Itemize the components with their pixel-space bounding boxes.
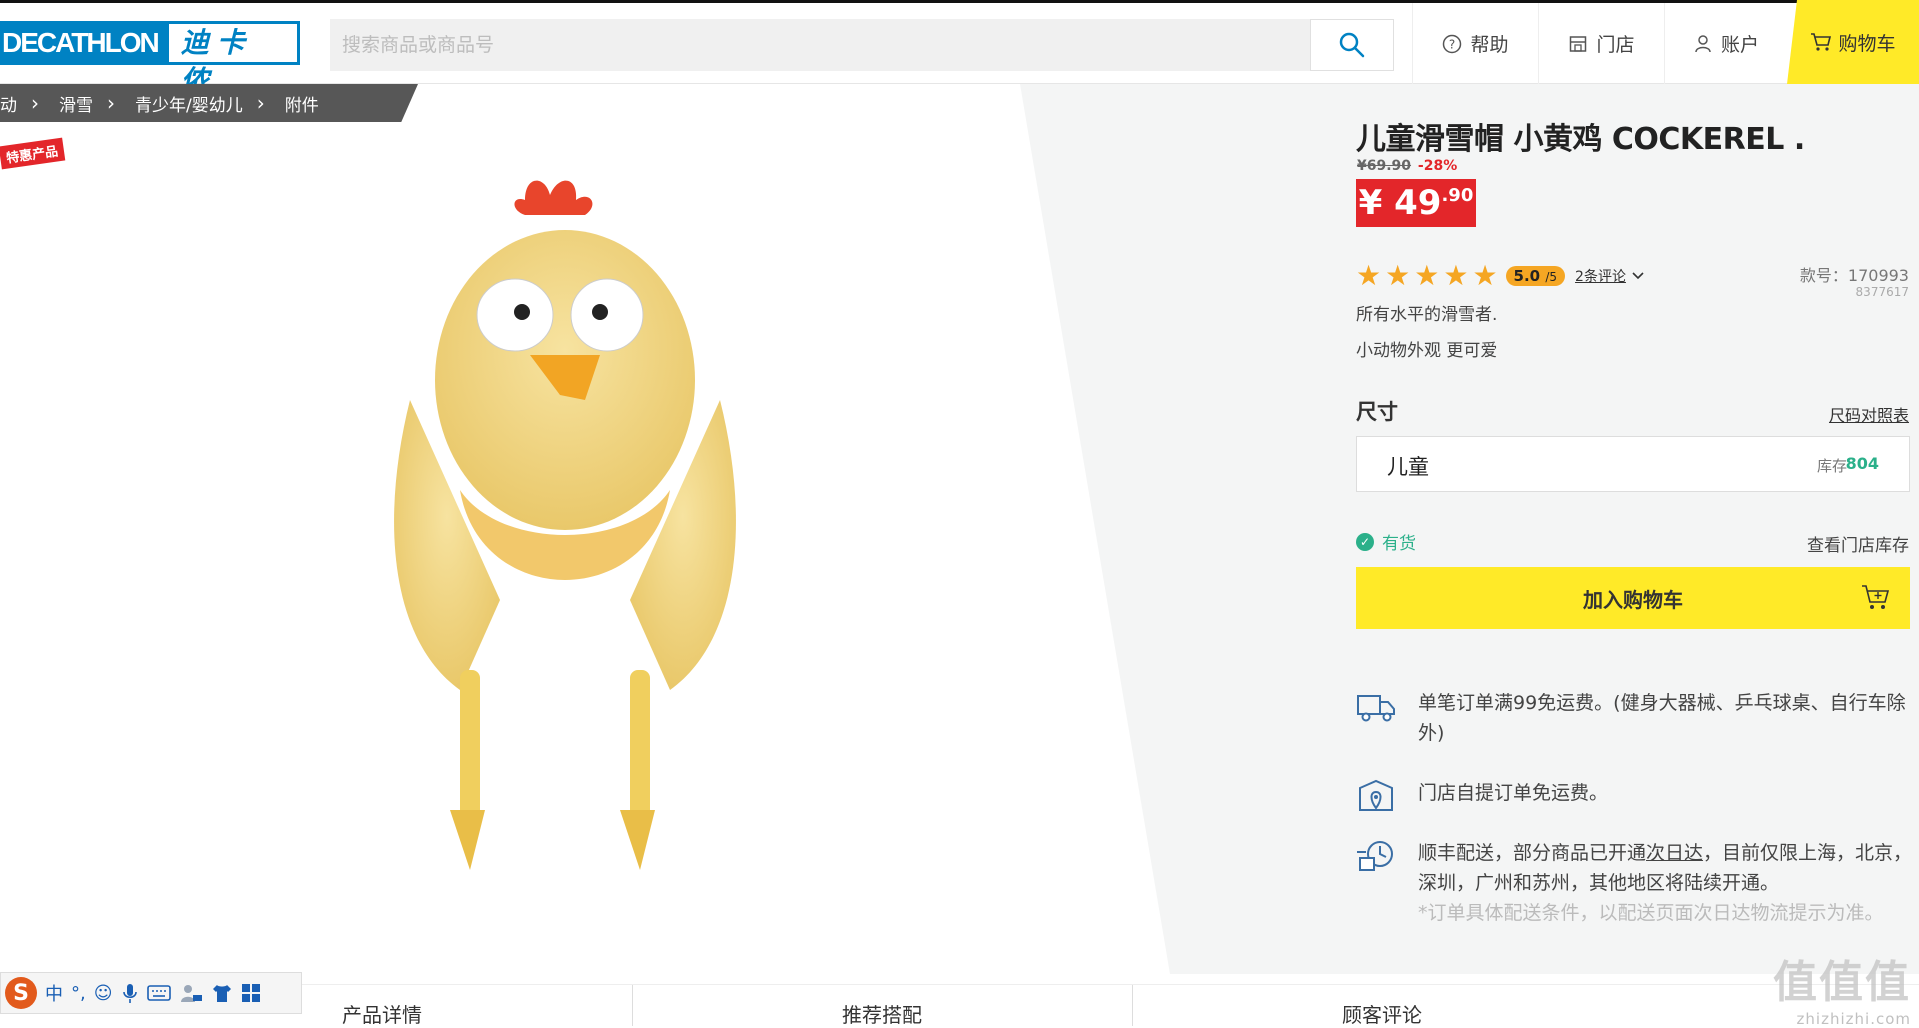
breadcrumb-item-ski[interactable]: 滑雪 — [39, 91, 107, 116]
shipping-free-text: 单笔订单满99免运费。(健身大器械、乒乓球桌、自行车除外) — [1418, 692, 1906, 744]
decathlon-logo[interactable]: DECATHLON 迪卡侬 — [0, 21, 300, 97]
nav-store[interactable]: 门店 — [1538, 3, 1664, 84]
original-price-value: ¥69.90 — [1357, 158, 1412, 174]
discount-percent: -28% — [1417, 158, 1458, 174]
current-price: ¥ 49.90 — [1356, 179, 1476, 227]
shipping-express-text: 顺丰配送，部分商品已开通次日达，目前仅限上海，北京，深圳，广州和苏州，其他地区将… — [1418, 838, 1916, 928]
nav-account-label: 账户 — [1720, 34, 1759, 56]
size-chart-link[interactable]: 尺码对照表 — [1829, 402, 1909, 426]
product-tabs: 产品详情 推荐搭配 顾客评论 — [300, 984, 1919, 1028]
product-description-look: 小动物外观 更可爱 — [1356, 341, 1498, 361]
shipping-express-note: *订单具体配送条件，以配送页面次日达物流提示为准。 — [1418, 902, 1884, 924]
rating-max: /5 — [1545, 270, 1558, 284]
original-price: ¥69.90 -28% — [1357, 158, 1457, 174]
ime-punctuation-toggle[interactable]: °, — [71, 983, 86, 1004]
shipping-info-pickup: 门店自提订单免运费。 — [1356, 778, 1916, 814]
keyboard-icon[interactable] — [146, 984, 171, 1002]
model-sub-number: 8377617 — [1855, 285, 1909, 299]
star-icon: ★ — [1414, 259, 1440, 292]
sogou-logo-icon[interactable]: S — [5, 977, 37, 1009]
size-value: 儿童 — [1387, 455, 1429, 479]
express-delivery-icon — [1357, 841, 1393, 871]
reviews-link[interactable]: 2条评论 — [1575, 266, 1626, 286]
special-offer-badge: 特惠产品 — [0, 137, 66, 170]
check-circle-icon: ✓ — [1356, 532, 1374, 551]
store-pickup-icon — [1359, 779, 1393, 811]
microphone-icon[interactable] — [121, 982, 139, 1004]
add-to-cart-label: 加入购物车 — [1583, 587, 1683, 612]
svg-text:?: ? — [1449, 37, 1455, 51]
logo-text-en: DECATHLON — [0, 21, 166, 65]
nav-help[interactable]: ? 帮助 — [1412, 3, 1538, 84]
stock-count: 804 — [1845, 454, 1879, 473]
check-store-stock-link[interactable]: 查看门店库存 — [1807, 531, 1909, 556]
shipping-express-text-before: 顺丰配送，部分商品已开通 — [1418, 842, 1647, 864]
next-day-link[interactable]: 次日达 — [1646, 842, 1703, 864]
shipping-info-free: 单笔订单满99免运费。(健身大器械、乒乓球桌、自行车除外) — [1356, 688, 1916, 748]
header-cart-label: 购物车 — [1838, 32, 1896, 55]
price-decimal: .90 — [1441, 184, 1474, 206]
header-cart-button[interactable]: 购物车 — [1787, 0, 1919, 84]
watermark-url: zhizhizhi.com — [1796, 1010, 1911, 1028]
chevron-right-icon: › — [31, 91, 39, 115]
breadcrumb-item-accessories[interactable]: 附件 — [265, 91, 333, 116]
availability-status: ✓ 有货 — [1356, 529, 1416, 554]
nav-account[interactable]: 账户 — [1664, 3, 1787, 84]
price-main: ¥ 49 — [1358, 183, 1442, 223]
search-bar — [330, 19, 1394, 71]
rating-value: 5.0 — [1513, 267, 1541, 285]
tab-recommended[interactable]: 推荐搭配 — [842, 999, 922, 1028]
search-button[interactable] — [1310, 19, 1394, 71]
help-icon: ? — [1443, 34, 1462, 53]
ime-language-toggle[interactable]: 中 — [45, 980, 63, 1006]
stock-label: 库存 — [1816, 457, 1847, 475]
product-description-level: 所有水平的滑雪者. — [1356, 305, 1498, 325]
emoji-icon[interactable]: ☺ — [94, 983, 113, 1004]
chevron-right-icon: › — [107, 91, 115, 115]
chevron-down-icon[interactable] — [1630, 270, 1646, 282]
breadcrumb-item-sport[interactable]: 动 — [0, 91, 31, 116]
breadcrumb-item-kids[interactable]: 青少年/婴幼儿 — [115, 91, 257, 116]
nav-help-label: 帮助 — [1470, 34, 1509, 56]
star-icon: ★ — [1472, 259, 1498, 292]
tab-divider — [1132, 985, 1133, 1026]
star-icon: ★ — [1356, 259, 1382, 292]
user-icon — [1695, 34, 1711, 52]
watermark: 值值值 zhizhizhi.com — [1773, 946, 1911, 1028]
skin-shirt-icon[interactable] — [211, 983, 233, 1003]
product-image[interactable] — [300, 170, 940, 930]
model-number: 款号：170993 — [1799, 266, 1909, 285]
ime-toolbar: S 中 °, ☺ — [0, 972, 302, 1014]
add-to-cart-button[interactable]: 加入购物车 — [1356, 567, 1910, 629]
shipping-pickup-text: 门店自提订单免运费。 — [1418, 782, 1609, 804]
tab-divider — [632, 985, 633, 1026]
tab-reviews[interactable]: 顾客评论 — [1342, 999, 1422, 1028]
availability-text: 有货 — [1382, 534, 1416, 554]
tab-product-details[interactable]: 产品详情 — [342, 999, 422, 1028]
product-title: 儿童滑雪帽 小黄鸡 COCKEREL . — [1356, 122, 1805, 157]
logo-text-cn: 迪卡侬 — [165, 21, 300, 97]
star-icon: ★ — [1385, 259, 1411, 292]
search-icon — [1339, 32, 1365, 58]
cart-icon — [1862, 585, 1890, 609]
shipping-info-express: 顺丰配送，部分商品已开通次日达，目前仅限上海，北京，深圳，广州和苏州，其他地区将… — [1356, 838, 1916, 928]
store-icon — [1570, 35, 1587, 52]
watermark-logo: 值值值 — [1773, 957, 1911, 1008]
search-input[interactable] — [330, 19, 1314, 71]
size-selector[interactable]: 儿童 库存 804 — [1356, 436, 1910, 492]
star-icon: ★ — [1443, 259, 1469, 292]
user-settings-icon[interactable] — [179, 982, 203, 1004]
size-label: 尺寸 — [1356, 400, 1398, 424]
cart-icon — [1811, 33, 1832, 51]
breadcrumb: 动 › 滑雪 › 青少年/婴幼儿 › 附件 — [0, 84, 418, 122]
truck-icon — [1357, 695, 1395, 722]
rating-score: 5.0 /5 — [1505, 266, 1566, 286]
rating-row: ★ ★ ★ ★ ★ 5.0 /5 2条评论 — [1356, 262, 1646, 290]
site-header: DECATHLON 迪卡侬 ? 帮助 门店 账户 购物车 — [0, 0, 1919, 97]
nav-store-label: 门店 — [1596, 34, 1635, 56]
chevron-right-icon: › — [256, 91, 265, 115]
toolbox-grid-icon[interactable] — [241, 983, 261, 1003]
